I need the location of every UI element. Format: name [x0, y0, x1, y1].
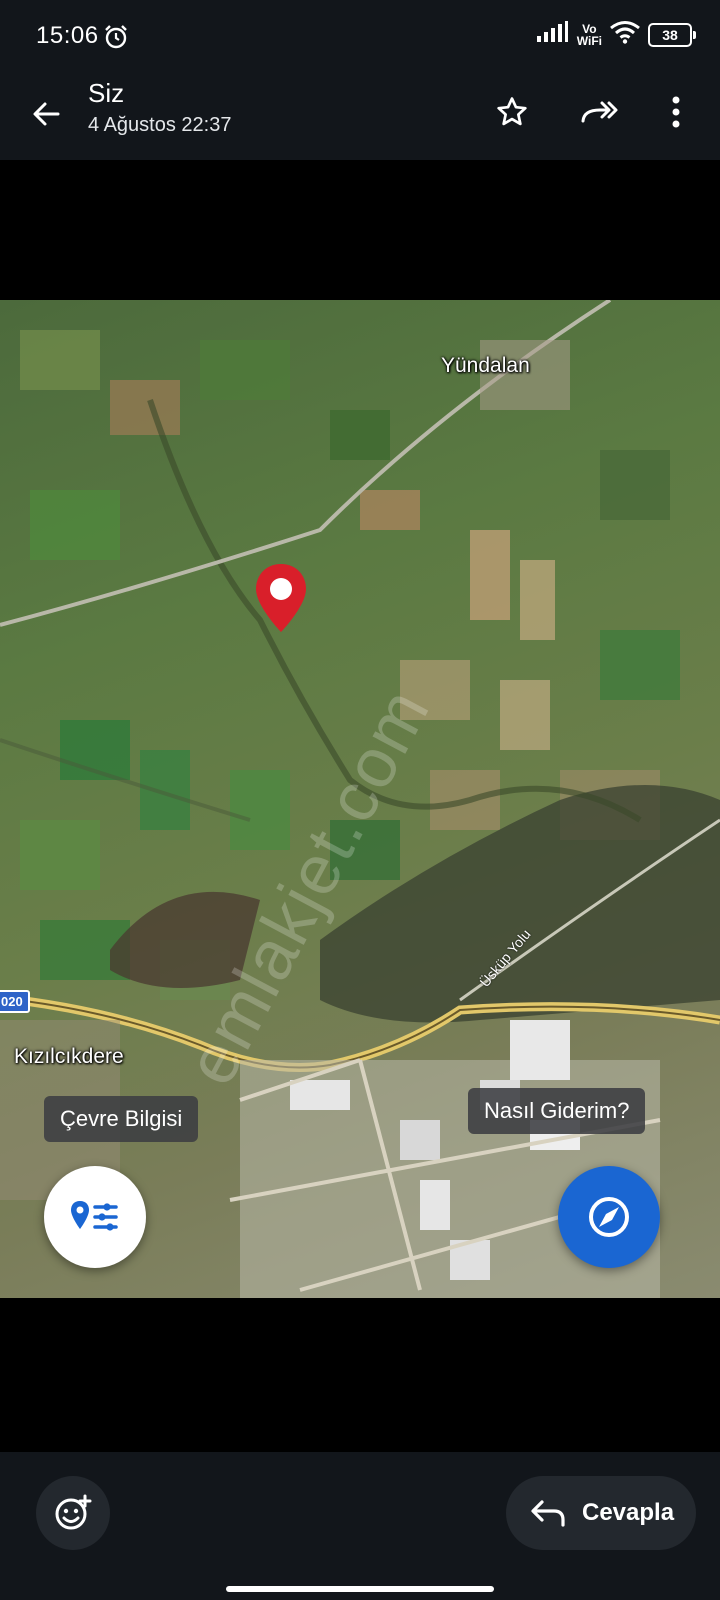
alarm-icon [103, 24, 129, 55]
place-label-kizilcikdere: Kızılcıkdere [14, 1045, 124, 1068]
vowifi-line2: WiFi [576, 33, 602, 48]
app-bar: Siz 4 Ağustos 22:37 [0, 70, 720, 160]
star-button[interactable] [486, 86, 538, 138]
back-button[interactable] [22, 90, 70, 138]
road-shield: 020 [0, 990, 30, 1013]
reaction-button[interactable] [36, 1476, 110, 1550]
more-vert-icon [672, 96, 680, 128]
status-time: 15:06 [36, 22, 99, 49]
reply-icon [531, 1500, 565, 1527]
status-bar: 15:06 Vo WiFi 38 [0, 0, 720, 70]
place-label-yundalan: Yündalan [441, 354, 530, 377]
emoji-add-icon [55, 1494, 92, 1530]
map-image[interactable]: Yündalan Kızılcıkdere 020 Üsküp Yolu eml… [0, 300, 720, 1298]
home-indicator[interactable] [226, 1586, 494, 1592]
reply-label: Cevapla [582, 1499, 675, 1526]
map-pin-icon [256, 564, 306, 632]
message-timestamp: 4 Ağustos 22:37 [88, 114, 232, 136]
directions-chip[interactable]: Nasıl Giderim? [468, 1088, 646, 1134]
nearby-info-icon [71, 1201, 118, 1231]
nearby-info-chip[interactable]: Çevre Bilgisi [44, 1096, 199, 1142]
nearby-info-button[interactable] [44, 1166, 146, 1268]
vowifi-line1: Vo [582, 21, 597, 36]
wifi-icon [610, 20, 640, 49]
vowifi-indicator: Vo WiFi [577, 23, 602, 47]
back-arrow-icon [33, 102, 60, 126]
bottom-bar: Cevapla [0, 1452, 720, 1600]
forward-icon [581, 101, 618, 123]
directions-button[interactable] [558, 1166, 660, 1268]
more-options-button[interactable] [654, 86, 698, 138]
star-icon [497, 97, 527, 126]
signal-icon [536, 21, 569, 48]
page-title: Siz [88, 78, 125, 108]
forward-button[interactable] [574, 86, 626, 138]
battery-icon: 38 [648, 22, 696, 47]
compass-icon [589, 1197, 629, 1237]
reply-button[interactable]: Cevapla [506, 1476, 696, 1550]
